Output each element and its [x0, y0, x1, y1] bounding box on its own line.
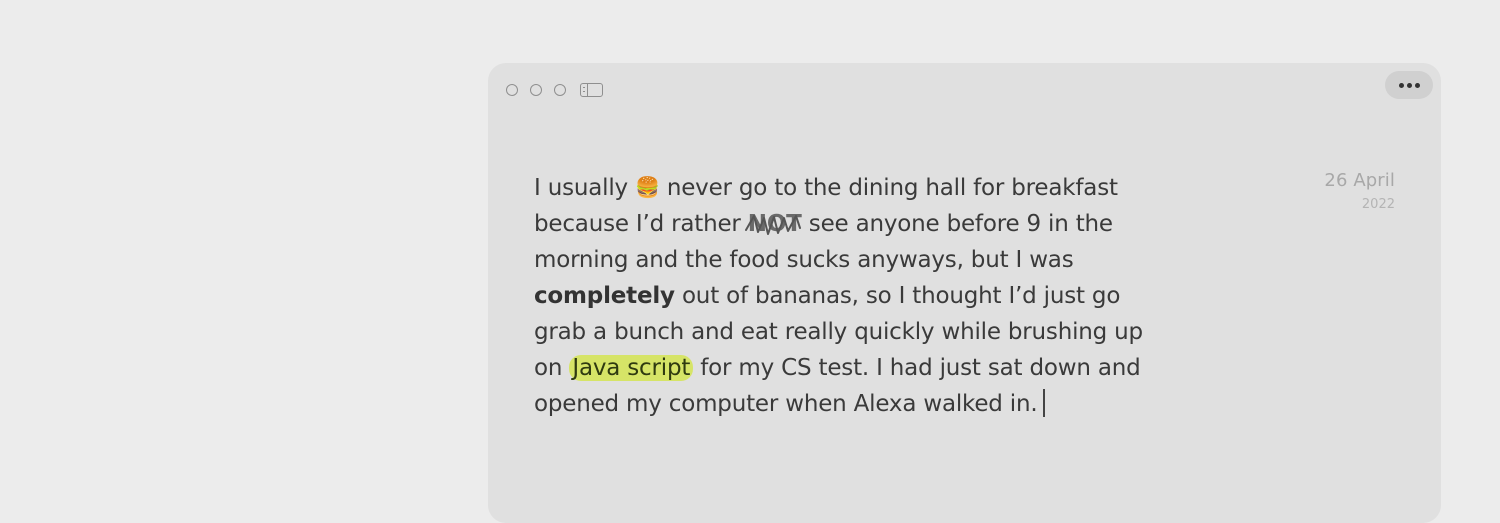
date-day: 26 April — [1324, 170, 1395, 191]
more-dot — [1406, 82, 1412, 88]
window-controls — [506, 83, 603, 97]
note-date: 26 April 2022 — [1324, 170, 1395, 212]
more-dot — [1398, 82, 1404, 88]
close-button[interactable] — [506, 84, 518, 96]
highlighted-text: Java script — [569, 355, 694, 381]
scribbled-word-text: NOT — [747, 211, 802, 237]
text-cursor — [1043, 389, 1045, 417]
note-body[interactable]: I usually 🍔 never go to the dining hall … — [534, 170, 1154, 422]
notes-window: I usually 🍔 never go to the dining hall … — [488, 63, 1441, 523]
minimize-button[interactable] — [530, 84, 542, 96]
note-text: I usually — [534, 175, 636, 201]
burger-emoji: 🍔 — [635, 175, 660, 199]
more-dot — [1414, 82, 1420, 88]
more-options-button[interactable] — [1385, 71, 1433, 99]
sidebar-icon[interactable] — [580, 83, 603, 97]
scribbled-word: NOT — [744, 206, 802, 242]
zoom-button[interactable] — [554, 84, 566, 96]
date-year: 2022 — [1361, 197, 1395, 212]
bold-text: completely — [534, 283, 675, 309]
